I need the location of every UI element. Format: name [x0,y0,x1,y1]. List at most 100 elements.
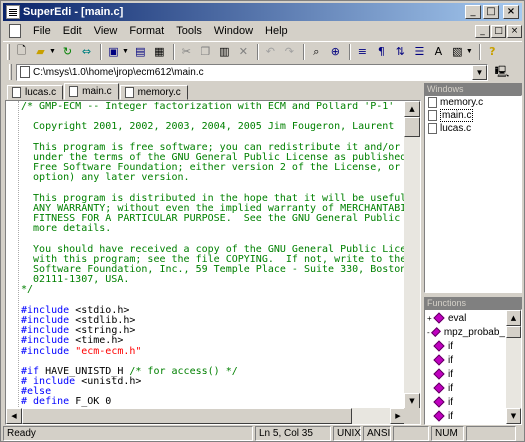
file-icon [20,66,30,78]
code-line[interactable]: #include "ecm-ecm.h" [21,346,406,357]
title-bar[interactable]: SuperEdi - [main.c] _ □ × [3,3,522,21]
close-button[interactable]: × [503,5,519,19]
app-icon[interactable] [6,5,20,19]
vertical-scroll-thumb[interactable] [404,117,420,137]
function-item[interactable]: if [425,367,505,381]
menu-tools[interactable]: Tools [170,25,208,37]
menu-format[interactable]: Format [123,25,170,37]
print-preview-icon[interactable]: ▧ [449,43,466,60]
scroll-up-icon[interactable]: ▲ [404,101,420,117]
redo-icon[interactable]: ↷ [281,43,298,60]
function-icon [433,340,445,352]
find-next-icon[interactable]: ⊕ [327,43,344,60]
menu-window[interactable]: Window [208,25,259,37]
help-icon[interactable]: ? [484,43,501,60]
toolbar-grip[interactable] [7,43,10,60]
wrap-icon[interactable]: ≡ [354,43,371,60]
status-extra [466,426,516,441]
cut-icon[interactable]: ✂ [178,43,195,60]
menu-edit[interactable]: Edit [57,25,88,37]
path-combobox[interactable]: C:\msys\1.0\home\jrop\ecm612\main.c ▼ [16,63,488,81]
pathbar-grip[interactable] [9,64,12,80]
function-list: + eval-mpz_probab_if if if if if if if [425,311,505,424]
code-area[interactable]: /* GMP-ECM -- Integer factorization with… [21,102,406,408]
path-input[interactable]: C:\msys\1.0\home\jrop\ecm612\main.c [33,67,472,78]
status-message: Ready [3,426,253,441]
code-editor[interactable]: /* GMP-ECM -- Integer factorization with… [5,100,421,425]
code-line[interactable]: Copyright 2001, 2002, 2003, 2004, 2005 J… [21,122,406,132]
doc-minimize-button[interactable]: _ [475,24,490,38]
save-all-icon[interactable]: ▤ [132,43,149,60]
tab-main[interactable]: main.c [64,83,119,100]
toolbar-separator [478,43,481,60]
window-item-lucas[interactable]: lucas.c [425,122,521,135]
function-label: if [448,368,453,380]
tab-label: lucas.c [25,87,57,98]
scroll-down-icon[interactable]: ▼ [506,408,521,424]
horizontal-scroll-thumb[interactable] [22,408,352,424]
menu-file[interactable]: File [27,25,57,37]
save-icon[interactable]: ▣ [105,43,122,60]
expander-icon[interactable]: + [427,314,433,323]
print-icon[interactable]: ▦ [151,43,168,60]
function-item[interactable]: - mpz_probab_ [425,325,505,339]
function-item[interactable]: if [425,395,505,409]
code-line[interactable]: option) any later version. [21,173,406,183]
functions-panel: + eval-mpz_probab_if if if if if if if ▲ ▼ [424,309,522,425]
paste-icon[interactable]: ▥ [216,43,233,60]
reload-icon[interactable]: ↻ [59,43,76,60]
path-dropdown-icon[interactable]: ▼ [472,64,487,80]
code-line[interactable]: */ [21,285,406,295]
sync-icon[interactable]: ⇔ [78,43,95,60]
tab-label: main.c [82,86,112,97]
open-dropdown-icon[interactable]: ▼ [49,48,56,55]
new-file-icon[interactable]: 🗋 [13,43,30,60]
code-line[interactable]: 02111-1307, USA. [21,275,406,285]
function-item[interactable]: if [425,409,505,423]
document-controls: _ □ × [474,24,522,38]
doc-close-button[interactable]: × [507,24,522,38]
file-icon [69,86,79,97]
preview-dropdown-icon[interactable]: ▼ [466,48,473,55]
code-line[interactable]: # include <unistd.h> [21,376,406,387]
code-line[interactable]: more details. [21,224,406,234]
tab-label: memory.c [137,87,181,98]
go-icon[interactable]: 🖳 [493,64,511,81]
functions-scrollbar[interactable]: ▲ ▼ [506,310,521,424]
delete-icon[interactable]: ✕ [235,43,252,60]
scroll-up-icon[interactable]: ▲ [506,310,521,326]
copy-icon[interactable]: ❐ [197,43,214,60]
scroll-down-icon[interactable]: ▼ [404,393,420,409]
code-line[interactable]: # define F_OK 0 [21,397,406,407]
paragraph-icon[interactable]: ¶ [373,43,390,60]
scroll-left-icon[interactable]: ◀ [6,408,22,424]
undo-icon[interactable]: ↶ [262,43,279,60]
open-folder-icon[interactable]: ▰ [32,43,49,60]
window-item-memory[interactable]: memory.c [425,96,521,109]
function-item[interactable]: if [425,353,505,367]
find-icon[interactable]: ⌕ [308,43,325,60]
editor-gutter [6,101,19,407]
window-item-main[interactable]: main.c [425,109,521,122]
function-item[interactable]: if [425,423,505,424]
tab-lucas[interactable]: lucas.c [7,85,64,100]
vertical-scrollbar[interactable]: ▲ ▼ [404,101,420,409]
tab-memory[interactable]: memory.c [119,85,188,100]
function-item[interactable]: if [425,339,505,353]
maximize-button[interactable]: □ [483,5,499,19]
doc-restore-button[interactable]: □ [491,24,506,38]
code-line[interactable]: /* GMP-ECM -- Integer factorization with… [21,102,406,112]
minimize-button[interactable]: _ [465,5,481,19]
font-icon[interactable]: A [430,43,447,60]
menu-help[interactable]: Help [259,25,294,37]
document-icon[interactable] [9,24,21,38]
function-item[interactable]: + eval [425,311,505,325]
menu-view[interactable]: View [88,25,124,37]
functions-scroll-thumb[interactable] [506,326,521,338]
indent-icon[interactable]: ☰ [411,43,428,60]
file-icon [12,87,21,98]
function-item[interactable]: if [425,381,505,395]
horizontal-scrollbar[interactable]: ◀ ▶ [6,408,406,424]
save-dropdown-icon[interactable]: ▼ [122,48,129,55]
sort-icon[interactable]: ⇅ [392,43,409,60]
